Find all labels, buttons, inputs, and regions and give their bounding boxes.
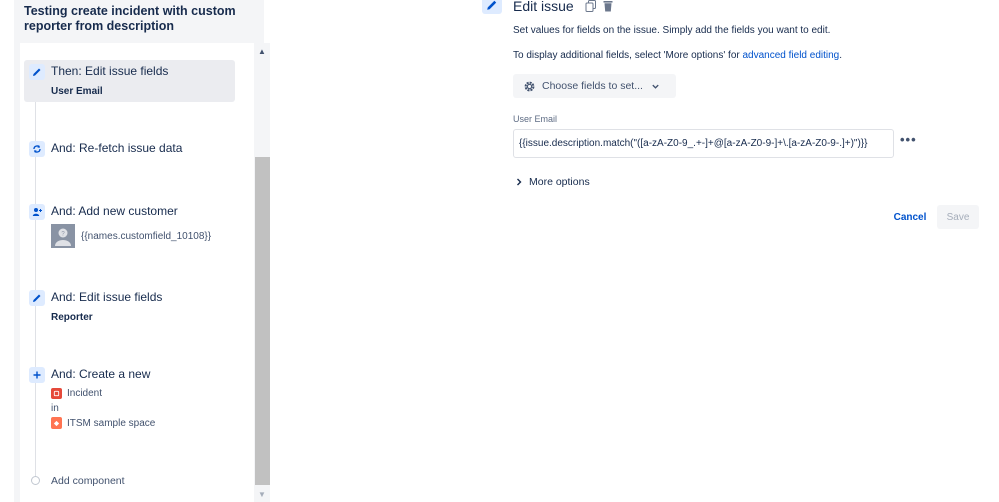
- component-title: Then: Edit issue fields: [51, 64, 169, 78]
- space-line: ITSM sample space: [51, 417, 155, 429]
- edit-panel-title: Edit issue: [513, 0, 574, 14]
- add-component-dot-icon: [31, 476, 40, 485]
- more-options-label: More options: [529, 176, 590, 188]
- gear-icon: [524, 81, 535, 91]
- scroll-up-icon[interactable]: ▲: [254, 45, 270, 57]
- customer-value: ? {{names.customfield_10108}}: [51, 224, 211, 248]
- pencil-icon: [29, 64, 45, 80]
- advanced-field-editing-link[interactable]: advanced field editing: [743, 50, 840, 61]
- scroll-thumb[interactable]: [255, 157, 270, 485]
- choose-fields-label: Choose fields to set...: [542, 80, 643, 92]
- customer-field-value: {{names.customfield_10108}}: [81, 230, 212, 242]
- edit-description: Set values for fields on the issue. Simp…: [513, 25, 831, 36]
- component-edit-issue-user-email[interactable]: Then: Edit issue fields User Email: [24, 60, 235, 102]
- user-email-input[interactable]: [513, 129, 894, 158]
- rule-sidebar: Testing create incident with custom repo…: [14, 0, 270, 502]
- automation-rule-editor: Testing create incident with custom repo…: [0, 0, 999, 502]
- component-create-issue[interactable]: And: Create a new Incident in ITSM sampl…: [24, 364, 235, 432]
- in-label: in: [51, 403, 59, 414]
- trash-icon[interactable]: [602, 0, 614, 12]
- more-options-toggle[interactable]: More options: [515, 176, 590, 188]
- choose-fields-button[interactable]: Choose fields to set...: [513, 74, 676, 98]
- space-label: ITSM sample space: [67, 417, 156, 429]
- pencil-icon: [29, 290, 45, 306]
- incident-icon: [51, 388, 62, 399]
- user-email-label: User Email: [513, 114, 558, 124]
- add-user-icon: [29, 204, 45, 220]
- cancel-button[interactable]: Cancel: [887, 205, 933, 229]
- add-component-link[interactable]: Add component: [51, 475, 125, 487]
- space-icon: [51, 417, 62, 429]
- component-title: And: Create a new: [51, 367, 151, 381]
- issue-type-label: Incident: [67, 388, 103, 399]
- hint-suffix: .: [839, 50, 843, 61]
- hint-text: To display additional fields, select 'Mo…: [513, 50, 743, 61]
- default-avatar-icon: ?: [51, 224, 75, 248]
- chevron-right-icon: [517, 178, 522, 186]
- component-title: And: Re-fetch issue data: [51, 141, 183, 155]
- component-refetch-issue[interactable]: And: Re-fetch issue data: [24, 138, 235, 162]
- advanced-editing-hint: To display additional fields, select 'Mo…: [513, 50, 842, 61]
- component-title: And: Add new customer: [51, 204, 178, 218]
- save-button[interactable]: Save: [937, 205, 979, 229]
- scroll-down-icon[interactable]: ▼: [254, 488, 270, 500]
- component-edit-issue-reporter[interactable]: And: Edit issue fields Reporter: [24, 287, 235, 329]
- component-title: And: Edit issue fields: [51, 290, 163, 304]
- component-subtitle: User Email: [51, 86, 103, 97]
- issue-type-line: Incident: [51, 388, 102, 399]
- component-subtitle: Reporter: [51, 312, 93, 323]
- component-add-customer[interactable]: And: Add new customer ? {{names.customfi…: [24, 201, 235, 251]
- copy-icon[interactable]: [585, 0, 597, 12]
- rule-title: Testing create incident with custom repo…: [24, 4, 236, 33]
- rule-component-list: Then: Edit issue fields User Email And: …: [20, 43, 256, 502]
- pencil-icon: [482, 0, 502, 14]
- more-actions-icon[interactable]: •••: [900, 132, 917, 147]
- refresh-icon: [29, 141, 45, 157]
- plus-icon: [29, 367, 45, 383]
- sidebar-scrollbar[interactable]: ▲ ▼: [254, 43, 270, 502]
- chevron-down-icon: [652, 84, 659, 89]
